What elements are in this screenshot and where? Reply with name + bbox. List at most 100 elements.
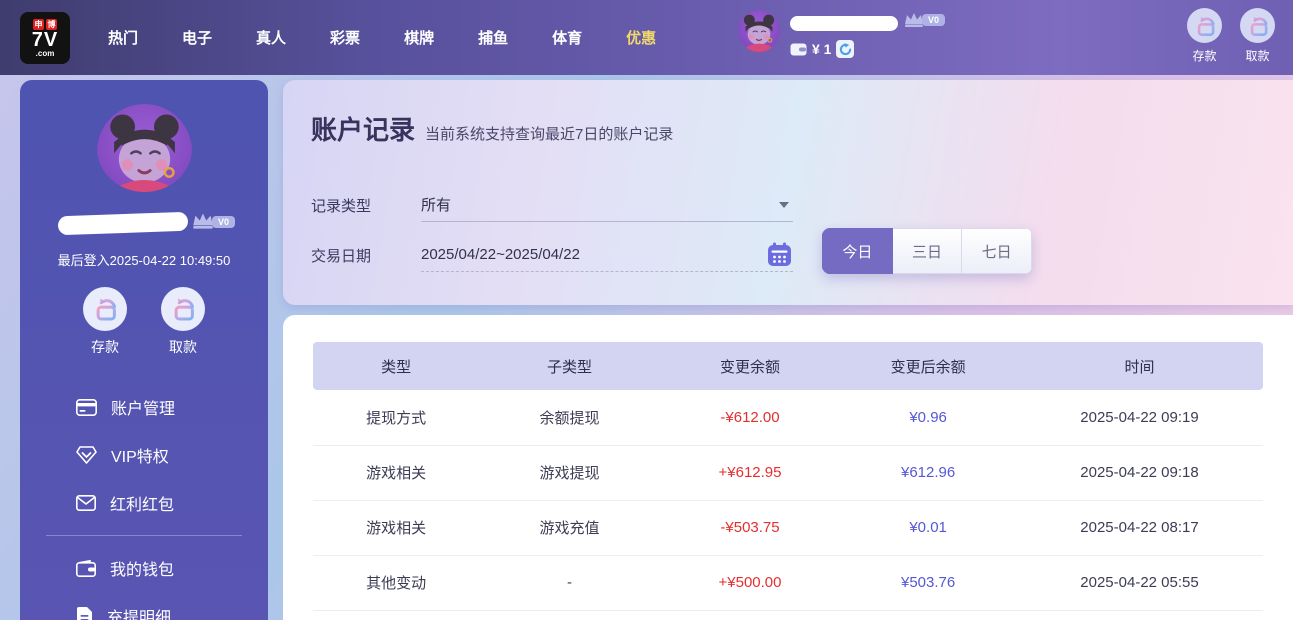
withdraw-label: 取款 xyxy=(1245,47,1269,64)
refresh-icon xyxy=(839,43,852,56)
nav-item-cards[interactable]: 棋牌 xyxy=(404,27,434,48)
sidebar-item-deposit-withdraw-details[interactable]: 充提明细 xyxy=(20,592,268,620)
username-redacted xyxy=(58,212,189,236)
user-avatar[interactable] xyxy=(738,10,780,52)
table-row: 其他变动 - +¥500.00 ¥503.76 2025-04-22 05:55 xyxy=(313,555,1263,610)
date-range-label: 交易日期 xyxy=(311,245,421,266)
logo-badge-text: 博 xyxy=(46,19,57,30)
vip-level: V0 xyxy=(902,10,945,28)
chevron-down-icon xyxy=(779,202,789,208)
balance-amount: ¥ 1 xyxy=(812,41,831,57)
cell-balance-after: ¥0.01 xyxy=(840,500,1016,555)
page: 申 博 7V .com 热门 电子 真人 彩票 棋牌 捕鱼 体育 优惠 V0 xyxy=(0,0,1293,620)
withdraw-icon xyxy=(168,295,198,323)
logo-suffix-text: .com xyxy=(36,50,55,58)
wallet-icon xyxy=(76,560,96,577)
main-nav: 热门 电子 真人 彩票 棋牌 捕鱼 体育 优惠 xyxy=(108,27,656,48)
title-row: 账户记录 当前系统支持查询最近7日的账户记录 xyxy=(283,80,1293,147)
col-header-subtype: 子类型 xyxy=(479,342,660,390)
table-row: 提现方式 余额提现 -¥612.00 ¥0.96 2025-04-22 09:1… xyxy=(313,390,1263,445)
withdraw-button-sidebar[interactable]: 取款 xyxy=(161,287,205,357)
sidebar-item-bonus-redpacket[interactable]: 红利红包 xyxy=(20,479,268,527)
logo-badges: 申 博 xyxy=(33,19,57,30)
date-range-value: 2025/04/22~2025/04/22 xyxy=(421,246,580,263)
menu-label: 充提明细 xyxy=(107,604,171,620)
top-nav-bar: 申 博 7V .com 热门 电子 真人 彩票 棋牌 捕鱼 体育 优惠 V0 xyxy=(0,0,1293,75)
red-packet-icon xyxy=(76,495,96,511)
table-row: 游戏相关 游戏充值 -¥503.75 ¥0.01 2025-04-22 08:1… xyxy=(313,500,1263,555)
menu-label: 红利红包 xyxy=(110,491,174,515)
withdraw-label: 取款 xyxy=(169,337,197,357)
cell-balance-after: ¥0.96 xyxy=(840,390,1016,445)
avatar-image xyxy=(738,10,780,52)
cell-type: 其他变动 xyxy=(313,555,479,610)
cell-subtype: 游戏充值 xyxy=(479,500,660,555)
vip-badge: V0 xyxy=(922,14,945,26)
deposit-icon xyxy=(90,295,120,323)
cell-time: 2025-04-22 09:19 xyxy=(1016,390,1263,445)
page-title: 账户记录 xyxy=(311,110,415,147)
record-type-select[interactable]: 所有 xyxy=(421,188,793,222)
site-logo[interactable]: 申 博 7V .com xyxy=(20,12,70,64)
vip-gem-icon xyxy=(76,446,97,464)
date-range-row: 交易日期 2025/04/22~2025/04/22 xyxy=(311,238,793,272)
deposit-button-sidebar[interactable]: 存款 xyxy=(83,287,127,357)
range-button-7days[interactable]: 七日 xyxy=(962,228,1032,274)
col-header-time: 时间 xyxy=(1016,342,1263,390)
sidebar-quick-actions: 存款 取款 xyxy=(83,287,205,357)
nav-item-live[interactable]: 真人 xyxy=(256,27,286,48)
menu-label: 我的钱包 xyxy=(110,556,174,580)
calendar-picker-button[interactable] xyxy=(766,241,793,273)
menu-label: VIP特权 xyxy=(111,443,169,467)
balance-row: ¥ 1 xyxy=(790,40,854,58)
record-type-row: 记录类型 所有 xyxy=(311,188,793,222)
calendar-icon xyxy=(766,241,793,268)
range-button-today[interactable]: 今日 xyxy=(822,228,893,274)
top-action-buttons: 存款 取款 xyxy=(1187,8,1275,64)
account-records-panel: 账户记录 当前系统支持查询最近7日的账户记录 记录类型 所有 交易日期 2025… xyxy=(283,80,1293,305)
nav-item-sports[interactable]: 体育 xyxy=(552,27,582,48)
vip-badge: V0 xyxy=(212,216,235,228)
nav-item-lottery[interactable]: 彩票 xyxy=(330,27,360,48)
deposit-label: 存款 xyxy=(1192,47,1216,64)
nav-item-hot[interactable]: 热门 xyxy=(108,27,138,48)
sidebar-user-row: V0 xyxy=(44,210,244,234)
nav-item-promos[interactable]: 优惠 xyxy=(626,27,656,48)
cell-time: 2025-04-22 08:17 xyxy=(1016,500,1263,555)
cell-type: 游戏相关 xyxy=(313,500,479,555)
cell-time: 2025-04-22 09:18 xyxy=(1016,445,1263,500)
range-button-3days[interactable]: 三日 xyxy=(893,228,963,274)
cell-change-amount: +¥612.95 xyxy=(660,445,841,500)
nav-item-slots[interactable]: 电子 xyxy=(182,27,212,48)
cell-balance-after: ¥612.96 xyxy=(840,445,1016,500)
table-header-row: 类型 子类型 变更余额 变更后余额 时间 xyxy=(313,342,1263,390)
col-header-change: 变更余额 xyxy=(660,342,841,390)
col-header-balance-after: 变更后余额 xyxy=(840,342,1016,390)
cell-subtype: 余额提现 xyxy=(479,390,660,445)
withdraw-button-top[interactable]: 取款 xyxy=(1240,8,1275,64)
sidebar-item-account-management[interactable]: 账户管理 xyxy=(20,383,268,431)
bank-card-icon xyxy=(76,399,97,416)
logo-badge-text: 申 xyxy=(33,19,44,30)
date-range-input[interactable]: 2025/04/22~2025/04/22 xyxy=(421,238,793,272)
cell-balance-after: ¥503.76 xyxy=(840,555,1016,610)
sidebar-avatar xyxy=(97,104,192,192)
avatar-image xyxy=(97,104,192,192)
page-subtitle: 当前系统支持查询最近7日的账户记录 xyxy=(425,123,673,144)
deposit-button-top[interactable]: 存款 xyxy=(1187,8,1222,64)
sidebar-item-vip-privileges[interactable]: VIP特权 xyxy=(20,431,268,479)
sidebar-menu: 账户管理 VIP特权 红利红包 xyxy=(20,383,268,620)
cell-change-amount: +¥500.00 xyxy=(660,555,841,610)
cell-type: 游戏相关 xyxy=(313,445,479,500)
table-row: 游戏相关 游戏提现 +¥612.95 ¥612.96 2025-04-22 09… xyxy=(313,445,1263,500)
sidebar: V0 最后登入2025-04-22 10:49:50 存款 取款 账户管理 xyxy=(20,80,268,620)
col-header-type: 类型 xyxy=(313,342,479,390)
sidebar-item-my-wallet[interactable]: 我的钱包 xyxy=(20,544,268,592)
nav-item-fishing[interactable]: 捕鱼 xyxy=(478,27,508,48)
refresh-balance-button[interactable] xyxy=(836,40,854,58)
logo-main-text: 7V xyxy=(32,30,58,50)
deposit-label: 存款 xyxy=(91,337,119,357)
menu-label: 账户管理 xyxy=(111,395,175,419)
menu-divider xyxy=(46,535,242,536)
cell-type: 提现方式 xyxy=(313,390,479,445)
